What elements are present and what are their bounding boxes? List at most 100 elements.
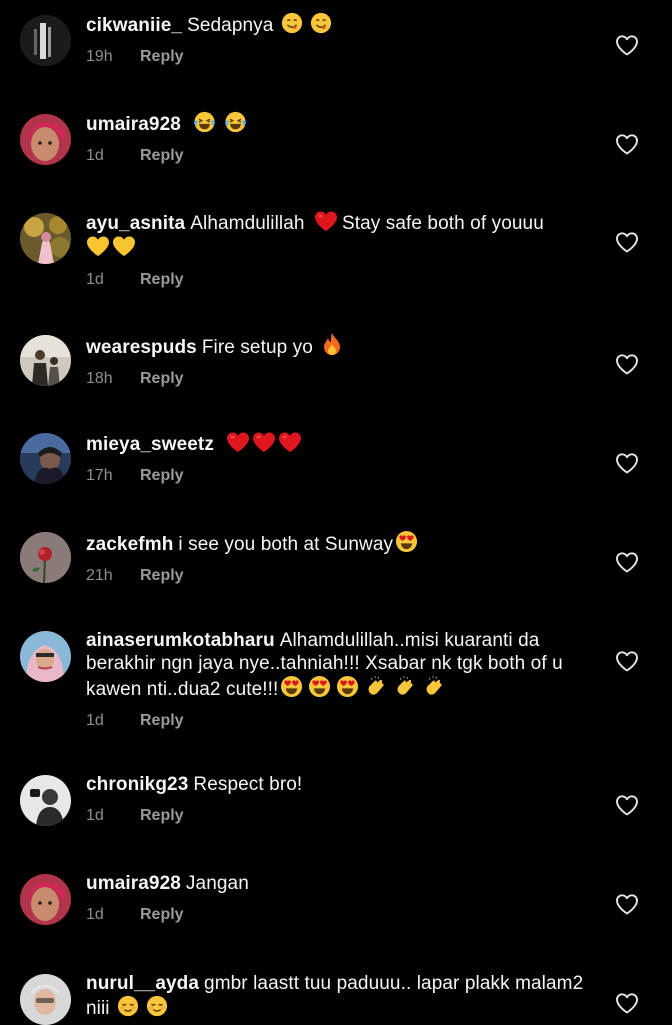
comment-body: umaira928 1d Reply <box>86 111 586 166</box>
comment-time: 18h <box>86 370 113 387</box>
comment-body: umaira928 Jangan 1d Reply <box>86 872 586 925</box>
like-heart-icon[interactable] <box>615 133 639 155</box>
like-heart-icon[interactable] <box>615 893 639 915</box>
comment-meta: 1d Reply <box>86 905 586 925</box>
reply-button[interactable]: Reply <box>140 48 184 65</box>
relieved-face-emoji <box>147 995 168 1017</box>
avatar[interactable] <box>20 532 71 583</box>
comment-message: Respect bro! <box>193 774 303 795</box>
comment-meta: 1d Reply <box>86 270 586 290</box>
comment-message-continued: Stay safe both of youuu <box>341 213 544 234</box>
avatar[interactable] <box>20 433 71 484</box>
comment-meta: 19h Reply <box>86 47 586 67</box>
clapping-hands-emoji <box>397 675 414 695</box>
username[interactable]: umaira928 <box>86 873 181 894</box>
comment-time: 19h <box>86 48 113 65</box>
like-heart-icon[interactable] <box>615 650 639 672</box>
emoji-group <box>279 12 332 36</box>
comment-text: umaira928 Jangan <box>86 872 586 895</box>
avatar[interactable] <box>20 874 71 925</box>
username[interactable]: chronikg23 <box>86 774 188 795</box>
comment-body: ayu_asnita Alhamdulillah Stay safe both o… <box>86 210 586 290</box>
reply-button[interactable]: Reply <box>140 567 184 584</box>
red-heart-emoji <box>226 431 250 453</box>
comment-body: zackefmh i see you both at Sunway 21h Repl… <box>86 530 586 586</box>
reply-button[interactable]: Reply <box>140 370 184 387</box>
comment-body: cikwaniie_ Sedapnya 19h Reply <box>86 12 586 67</box>
like-heart-icon[interactable] <box>615 231 639 253</box>
comment-body: ainaserumkotabharu Alhamdulillah..misi ku… <box>86 629 586 731</box>
heart-eyes-emoji <box>396 530 418 553</box>
laughing-tears-emoji <box>224 111 246 133</box>
comment-text: mieya_sweetz <box>86 431 586 456</box>
heart-eyes-emoji <box>281 675 303 698</box>
comment-text: zackefmh i see you both at Sunway <box>86 530 586 556</box>
comment-message: Sedapnya <box>187 15 274 36</box>
emoji-group <box>191 111 246 135</box>
reply-button[interactable]: Reply <box>140 467 184 484</box>
like-heart-icon[interactable] <box>615 353 639 375</box>
red-heart-emoji <box>252 431 276 453</box>
reply-button[interactable]: Reply <box>140 906 184 923</box>
username[interactable]: ayu_asnita <box>86 213 185 234</box>
comment-meta: 1d Reply <box>86 806 586 826</box>
avatar[interactable] <box>20 213 71 264</box>
username[interactable]: cikwaniie_ <box>86 15 182 36</box>
comment-body: mieya_sweetz 17h Reply <box>86 431 586 486</box>
avatar[interactable] <box>20 974 71 1025</box>
comment-text: wearespuds Fire setup yo <box>86 332 586 359</box>
avatar[interactable] <box>20 114 71 165</box>
comment-text: cikwaniie_ Sedapnya <box>86 12 586 37</box>
username[interactable]: wearespuds <box>86 337 197 358</box>
red-heart-emoji <box>314 210 338 232</box>
comment-body: chronikg23 Respect bro! 1d Reply <box>86 773 586 826</box>
like-heart-icon[interactable] <box>615 992 639 1014</box>
comment-meta: 1d Reply <box>86 146 586 166</box>
comment-meta: 21h Reply <box>86 566 586 586</box>
username[interactable]: mieya_sweetz <box>86 434 214 455</box>
heart-eyes-emoji <box>337 675 359 698</box>
comment-text: umaira928 <box>86 111 586 136</box>
reply-button[interactable]: Reply <box>140 271 184 288</box>
avatar[interactable] <box>20 15 71 66</box>
username[interactable]: zackefmh <box>86 534 173 555</box>
yum-face-emoji <box>281 12 302 34</box>
yum-face-emoji <box>311 12 332 34</box>
comment-message: Jangan <box>185 873 249 894</box>
clapping-hands-emoji <box>368 675 385 695</box>
username[interactable]: nurul__ayda <box>86 973 199 994</box>
comment-text: ayu_asnita Alhamdulillah Stay safe both o… <box>86 210 586 260</box>
reply-button[interactable]: Reply <box>140 712 184 729</box>
avatar[interactable] <box>20 631 71 682</box>
avatar[interactable] <box>20 775 71 826</box>
comment-time: 17h <box>86 467 113 484</box>
comment-time: 1d <box>86 906 104 923</box>
avatar[interactable] <box>20 335 71 386</box>
yellow-heart-emoji <box>86 235 110 257</box>
red-heart-emoji <box>278 431 302 453</box>
comment-body: nurul__ayda gmbr laastt tuu paduuu.. lapa… <box>86 972 586 1020</box>
comment-body: wearespuds Fire setup yo 18h Reply <box>86 332 586 389</box>
username[interactable]: ainaserumkotabharu <box>86 630 275 651</box>
emoji-group <box>115 995 168 1019</box>
emoji-group <box>224 434 302 455</box>
comment-message: Alhamdulillah <box>190 213 305 234</box>
like-heart-icon[interactable] <box>615 551 639 573</box>
comment-time: 1d <box>86 147 104 164</box>
laughing-tears-emoji <box>194 111 216 133</box>
reply-button[interactable]: Reply <box>140 807 184 824</box>
comment-time: 1d <box>86 271 104 288</box>
like-heart-icon[interactable] <box>615 794 639 816</box>
comment-text: chronikg23 Respect bro! <box>86 773 586 796</box>
emoji-group <box>278 675 446 700</box>
reply-button[interactable]: Reply <box>140 147 184 164</box>
like-heart-icon[interactable] <box>615 34 639 56</box>
comment-text: nurul__ayda gmbr laastt tuu paduuu.. lapa… <box>86 972 586 1020</box>
comment-message: i see you both at Sunway <box>178 534 394 555</box>
comment-time: 1d <box>86 807 104 824</box>
comment-text: ainaserumkotabharu Alhamdulillah..misi ku… <box>86 629 586 701</box>
emoji-group <box>86 238 136 259</box>
username[interactable]: umaira928 <box>86 114 181 135</box>
comment-meta: 18h Reply <box>86 369 586 389</box>
like-heart-icon[interactable] <box>615 452 639 474</box>
